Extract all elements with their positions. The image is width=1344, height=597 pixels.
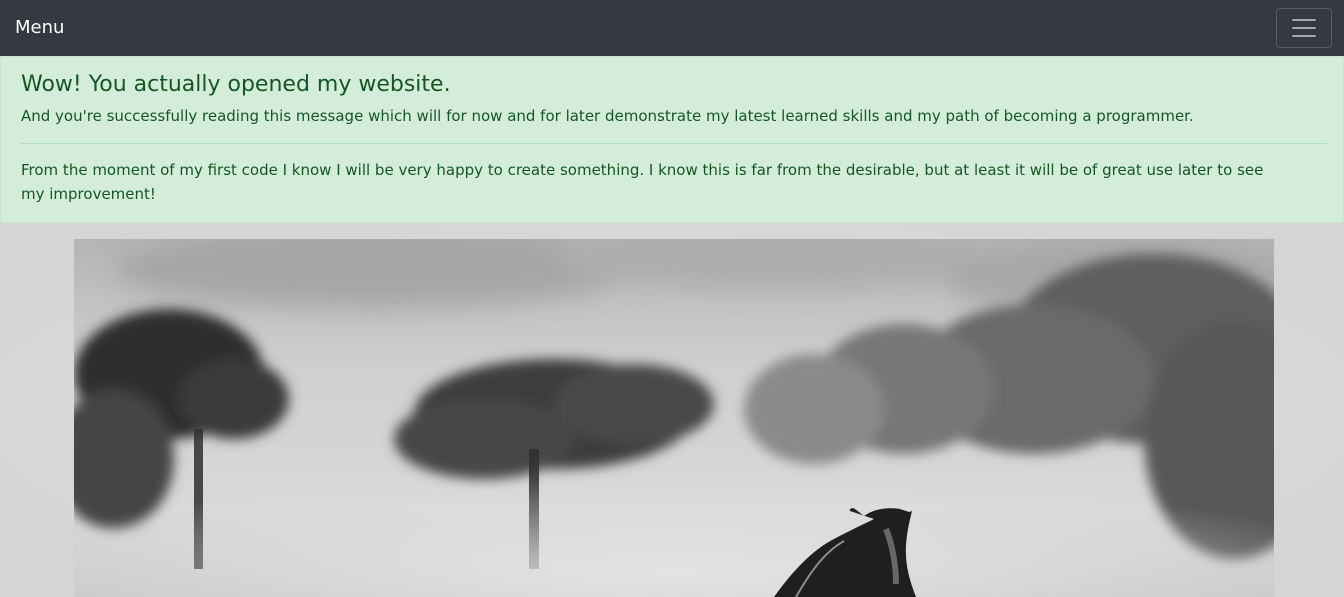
hero-section [0,223,1344,597]
hamburger-icon [1292,19,1316,21]
hamburger-icon-bar [1292,27,1316,29]
welcome-alert: Wow! You actually opened my website. And… [0,56,1344,223]
navbar-toggler-button[interactable] [1276,8,1332,48]
alert-body-text: From the moment of my first code I know … [21,161,1264,203]
alert-lead-text: And you're successfully reading this mes… [21,107,1194,125]
hamburger-icon-bar [1292,35,1316,37]
alert-heading: Wow! You actually opened my website. [21,72,451,97]
hero-image [74,239,1274,597]
navbar-brand[interactable]: Menu [15,19,64,37]
alert-divider [21,143,1327,144]
navbar: Menu [0,0,1344,56]
